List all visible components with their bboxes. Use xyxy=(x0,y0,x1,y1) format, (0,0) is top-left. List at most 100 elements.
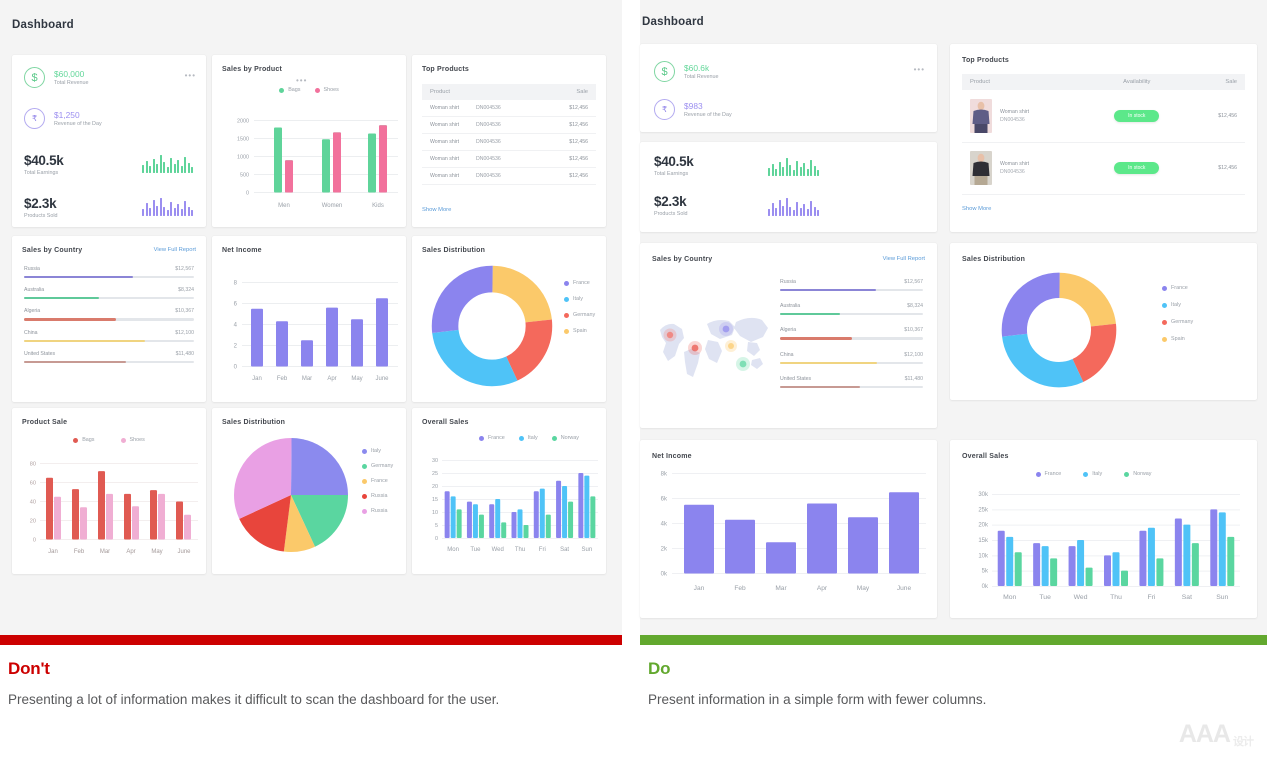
svg-text:4k: 4k xyxy=(661,522,668,528)
show-more-link[interactable]: Show More xyxy=(962,206,991,212)
watermark-sub: 设计 xyxy=(1233,736,1254,748)
kebab-menu-icon[interactable]: ••• xyxy=(185,72,196,80)
do-callout: Do Present information in a simple form … xyxy=(640,635,1267,759)
revenue-of-day-label: Revenue of the Day xyxy=(54,121,102,127)
legend-item-germany: Germany xyxy=(564,312,595,318)
country-progress-list: Russia $12,567 Australia $8,324 Algeria $10,3… xyxy=(24,266,194,372)
legend-dot-icon xyxy=(362,508,367,514)
country-value: $12,100 xyxy=(904,351,923,358)
country-value: $12,100 xyxy=(175,329,194,336)
products-sold-sparkline xyxy=(768,196,819,216)
svg-text:6: 6 xyxy=(234,302,238,308)
svg-text:Feb: Feb xyxy=(734,585,746,592)
page-title: Dashboard xyxy=(642,16,704,28)
table-row[interactable]: Woman shirt DN004536 In stock $12,456 xyxy=(962,90,1245,143)
svg-text:June: June xyxy=(897,585,912,592)
svg-text:5k: 5k xyxy=(982,569,989,575)
donut-legend: France Italy Germany Spain xyxy=(1162,285,1193,342)
svg-text:Sat: Sat xyxy=(1182,594,1192,601)
svg-text:0: 0 xyxy=(33,538,36,544)
revenue-of-day-value: $983 xyxy=(684,101,703,111)
show-more-link[interactable]: Show More xyxy=(422,207,451,213)
table-row[interactable]: Woman shirt DN004536 $12,456 xyxy=(422,100,596,117)
svg-text:Wed: Wed xyxy=(492,547,504,553)
table-header-row: Product Availability Sale xyxy=(962,74,1245,90)
progress-track xyxy=(24,360,194,363)
progress-track xyxy=(780,361,923,364)
country-value: $8,324 xyxy=(907,303,923,310)
progress-fill xyxy=(24,276,133,279)
svg-text:80: 80 xyxy=(30,462,36,468)
cell-sale: $12,456 xyxy=(1187,90,1245,143)
products-sold-sparkline xyxy=(142,196,193,216)
cell-product: Woman shirt DN004536 xyxy=(422,167,547,185)
donut-legend: France Italy Germany Spain xyxy=(564,280,595,334)
progress-fill xyxy=(780,385,861,388)
table-row[interactable]: Woman shirt DN004536 $12,456 xyxy=(422,116,596,134)
legend-dot-icon xyxy=(362,493,367,499)
cell-product: Woman shirt DN004536 xyxy=(962,142,1087,195)
svg-text:Thu: Thu xyxy=(515,547,525,553)
right-overall-sales-card: Overall Sales France Italy Norway 0k 5k 10… xyxy=(950,440,1257,618)
table-row[interactable]: Woman shirt DN004536 $12,456 xyxy=(422,150,596,168)
watermark: AAA 设计 xyxy=(1179,720,1254,749)
country-row: Russia $12,567 xyxy=(780,279,923,292)
left-sales-distribution-donut-card: Sales Distribution France Italy Germany … xyxy=(412,236,606,402)
svg-text:June: June xyxy=(177,549,191,555)
kebab-menu-icon[interactable]: ••• xyxy=(296,77,307,85)
world-map-icon xyxy=(660,317,768,377)
svg-text:2k: 2k xyxy=(661,547,668,553)
view-full-report-link[interactable]: View Full Report xyxy=(154,247,196,253)
legend-item-russia-1: Russia xyxy=(362,493,387,499)
total-revenue-value: $60,000 xyxy=(54,69,85,79)
svg-text:May: May xyxy=(857,585,870,592)
svg-text:2000: 2000 xyxy=(237,119,249,125)
cell-sale: $12,456 xyxy=(546,167,596,185)
kebab-menu-icon[interactable]: ••• xyxy=(914,66,925,74)
legend-item-germany: Germany xyxy=(1162,319,1193,325)
legend-dot-icon xyxy=(1083,471,1089,477)
svg-text:20k: 20k xyxy=(978,523,989,529)
total-earnings-value: $40.5k xyxy=(24,153,64,168)
legend-dot-icon xyxy=(1162,302,1167,308)
country-name: United States xyxy=(780,375,812,382)
total-revenue-label: Total Revenue xyxy=(54,80,89,86)
svg-text:10: 10 xyxy=(432,510,438,516)
table-row[interactable]: Woman shirt DN004536 $12,456 xyxy=(422,133,596,151)
svg-text:25: 25 xyxy=(432,471,438,477)
column-product: Product xyxy=(962,74,1087,90)
svg-text:May: May xyxy=(151,549,162,555)
do-heading: Do xyxy=(648,659,671,678)
svg-text:0k: 0k xyxy=(982,584,989,590)
card-title: Top Products xyxy=(422,66,469,73)
dont-heading: Don't xyxy=(8,659,50,678)
svg-text:15: 15 xyxy=(432,497,438,503)
table-row[interactable]: Woman shirt DN004536 $12,456 xyxy=(422,167,596,185)
country-value: $12,567 xyxy=(904,279,923,285)
total-revenue-kpi: $ $60.6k Total Revenue xyxy=(654,61,718,82)
legend-dot-icon xyxy=(518,435,524,441)
products-sold-value: $2.3k xyxy=(24,196,57,211)
table-row[interactable]: Woman shirt DN004536 In stock $12,456 xyxy=(962,142,1245,195)
chart-legend: France Italy Norway xyxy=(990,471,1197,477)
legend-item-france: France xyxy=(1162,285,1188,291)
legend-item-bags: Bags xyxy=(279,87,301,93)
product-sale-chart: 8060 40200 Jan Feb Mar Apr May June xyxy=(30,462,198,555)
legend-dot-icon xyxy=(551,435,557,441)
country-value: $10,367 xyxy=(904,327,923,334)
svg-text:Jan: Jan xyxy=(48,549,58,555)
progress-fill xyxy=(780,313,841,316)
svg-text:Sun: Sun xyxy=(582,547,593,553)
view-full-report-link[interactable]: View Full Report xyxy=(883,256,925,262)
card-title: Net Income xyxy=(222,247,262,254)
card-title: Net Income xyxy=(652,453,692,460)
svg-text:Wed: Wed xyxy=(1074,594,1088,601)
progress-track xyxy=(24,276,194,279)
svg-text:60: 60 xyxy=(30,481,36,487)
legend-item-italy: Italy xyxy=(564,296,583,302)
right-net-income-card: Net Income 8k 6k 4k 2k 0k Jan Feb Mar Ap… xyxy=(640,440,937,618)
chart-legend: Bags Shoes xyxy=(212,87,406,93)
right-dashboard-board: Dashboard ••• $ $60.6k Total Revenue ₹ $… xyxy=(640,0,1267,635)
svg-text:Mar: Mar xyxy=(775,585,787,592)
progress-track xyxy=(780,289,923,292)
